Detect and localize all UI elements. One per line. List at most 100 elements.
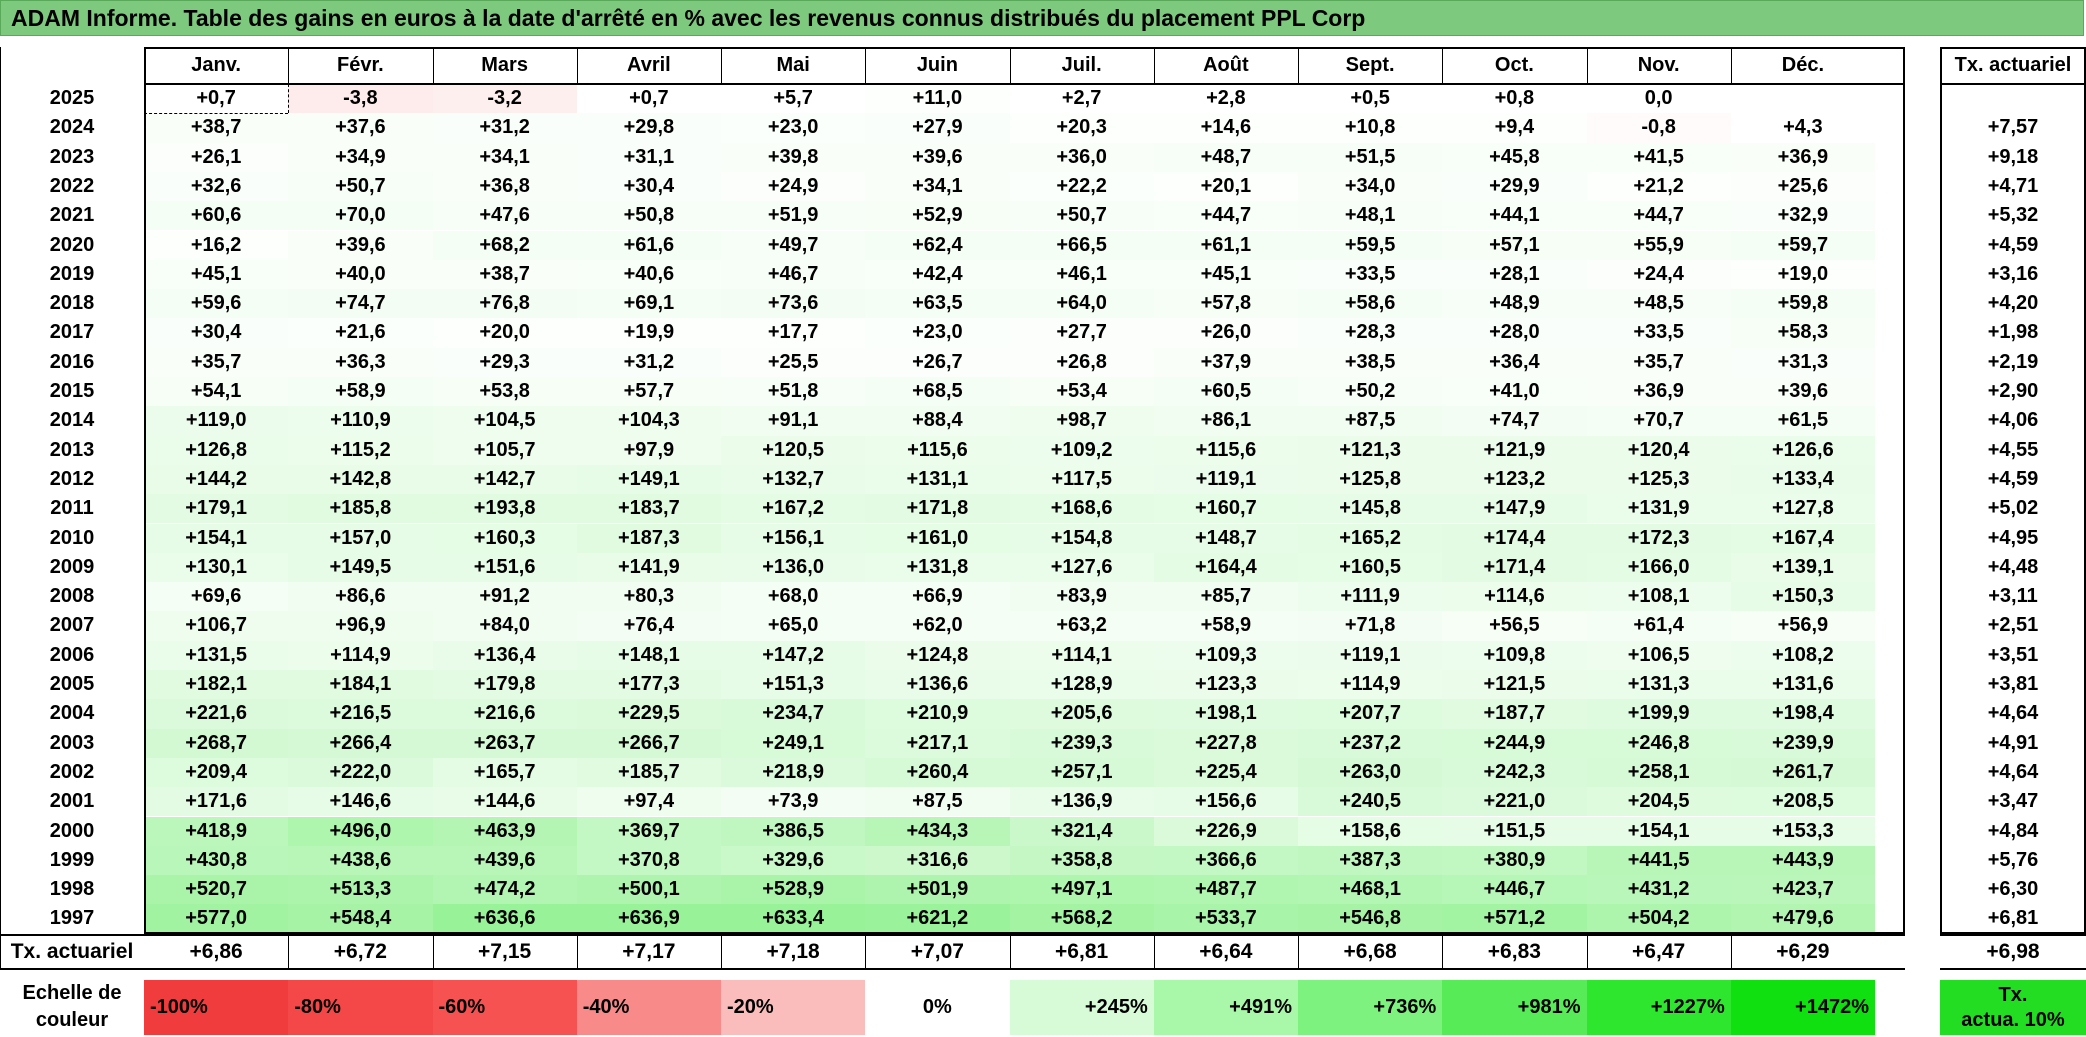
table-cell: +24,4: [1586, 259, 1731, 290]
table-cell: +237,2: [1298, 728, 1443, 758]
year-label: 1998: [49, 878, 95, 901]
footer-col-divider: [1586, 934, 1588, 970]
table-cell: +48,1: [1298, 201, 1443, 231]
table-cell: +121,3: [1298, 435, 1443, 465]
table-cell: +53,4: [1009, 377, 1154, 407]
table-cell: +115,6: [1153, 435, 1298, 465]
color-scale-step: +1472%: [1730, 980, 1875, 1035]
table-cell: +244,9: [1442, 728, 1587, 758]
footer-tx-cell: +6,83: [1487, 940, 1541, 963]
table-cell: +474,2: [432, 875, 577, 905]
table-cell: +28,1: [1442, 259, 1587, 290]
table-cell: +504,2: [1586, 904, 1731, 934]
table-cell: +51,8: [721, 377, 866, 407]
table-cell: +20,1: [1153, 171, 1298, 202]
year-label: 2012: [49, 467, 95, 490]
table-cell: +19,0: [1730, 259, 1875, 290]
header-col-divider: [576, 47, 578, 84]
table-cell: +2,8: [1153, 84, 1298, 114]
table-cell: +50,8: [576, 201, 721, 231]
table-cell: +109,3: [1153, 640, 1298, 670]
header-divider-tx: [1940, 83, 2086, 85]
color-scale-step: -80%: [288, 980, 433, 1035]
footer-col-divider: [1730, 934, 1732, 970]
tx-actuariel-cell: +4,48: [1987, 555, 2039, 578]
table-cell: +154,1: [144, 523, 289, 553]
table-cell: +487,7: [1153, 875, 1298, 905]
table-cell: +74,7: [288, 289, 433, 319]
table-cell: +125,8: [1298, 464, 1443, 495]
tx-actuariel-cell: +3,11: [1988, 585, 2038, 608]
table-cell: +22,2: [1009, 171, 1154, 202]
table-cell: +156,6: [1153, 787, 1298, 817]
table-cell: +55,9: [1586, 230, 1731, 260]
table-cell: +73,6: [721, 289, 866, 319]
table-cell: +23,0: [721, 113, 866, 143]
table-cell: +222,0: [288, 757, 433, 788]
table-cell: +636,9: [576, 904, 721, 934]
table-cell: +58,6: [1298, 289, 1443, 319]
table-cell: +183,7: [576, 494, 721, 524]
table-cell: +44,1: [1442, 201, 1587, 231]
table-cell: +65,0: [721, 611, 866, 641]
table-cell: +115,2: [288, 435, 433, 465]
table-cell: +145,8: [1298, 494, 1443, 524]
table-cell: +34,9: [288, 142, 433, 172]
table-cell: +20,3: [1009, 113, 1154, 143]
tx-actuariel-cell: +3,16: [1987, 262, 2039, 285]
year-label: 2020: [49, 233, 95, 256]
table-cell: -0,8: [1586, 113, 1731, 143]
legend-tx-line1: Tx.: [1940, 980, 2086, 1007]
table-cell: +387,3: [1298, 845, 1443, 876]
year-label: 2024: [49, 116, 95, 139]
table-cell: +217,1: [865, 728, 1010, 758]
year-label: 2013: [49, 438, 95, 461]
table-cell: +61,4: [1586, 611, 1731, 641]
table-cell: +218,9: [721, 757, 866, 788]
table-cell: +119,1: [1153, 464, 1298, 495]
table-cell: +179,8: [432, 670, 577, 700]
table-cell: +58,9: [288, 377, 433, 407]
color-scale-step: -100%: [144, 980, 289, 1035]
month-header: Juil.: [1061, 54, 1102, 76]
table-cell: +34,1: [865, 171, 1010, 202]
table-cell: +59,6: [144, 289, 289, 319]
table-cell: +177,3: [576, 670, 721, 700]
table-cell: +63,2: [1009, 611, 1154, 641]
table-cell: +91,1: [721, 406, 866, 436]
table-cell: +131,9: [1586, 494, 1731, 524]
table-cell: +149,5: [288, 552, 433, 583]
month-header: Août: [1203, 54, 1249, 76]
table-cell: +148,7: [1153, 523, 1298, 553]
table-cell: +26,0: [1153, 318, 1298, 348]
table-cell: +45,1: [144, 259, 289, 290]
table-cell: +0,8: [1442, 84, 1587, 114]
table-cell: +156,1: [721, 523, 866, 553]
table-cell: +21,2: [1586, 171, 1731, 202]
table-cell: +46,1: [1009, 259, 1154, 290]
table-cell: +30,4: [576, 171, 721, 202]
table-cell: +23,0: [865, 318, 1010, 348]
table-cell: +207,7: [1298, 699, 1443, 729]
table-cell: +548,4: [288, 904, 433, 934]
table-cell: +10,8: [1298, 113, 1443, 143]
table-cell: +577,0: [144, 904, 289, 934]
table-cell: +27,7: [1009, 318, 1154, 348]
table-cell: +21,6: [288, 318, 433, 348]
table-cell: +36,8: [432, 171, 577, 202]
footer-label: Tx. actuariel: [10, 940, 134, 963]
table-cell: +80,3: [576, 582, 721, 612]
table-cell: +40,0: [288, 259, 433, 290]
footer-col-divider: [721, 934, 722, 970]
tx-actuariel-cell: +4,06: [1987, 409, 2039, 432]
tx-actuariel-cell: +3,51: [1987, 643, 2039, 666]
year-label: 2017: [49, 321, 95, 344]
table-cell: +27,9: [865, 113, 1010, 143]
tx-actuariel-cell: +9,18: [1987, 145, 2039, 168]
table-cell: +106,5: [1586, 640, 1731, 670]
footer-tx-cell: +7,07: [910, 940, 964, 963]
table-cell: +130,1: [144, 552, 289, 583]
year-label: 2010: [49, 526, 95, 549]
table-cell: +158,6: [1298, 816, 1443, 846]
table-cell: +110,9: [288, 406, 433, 436]
